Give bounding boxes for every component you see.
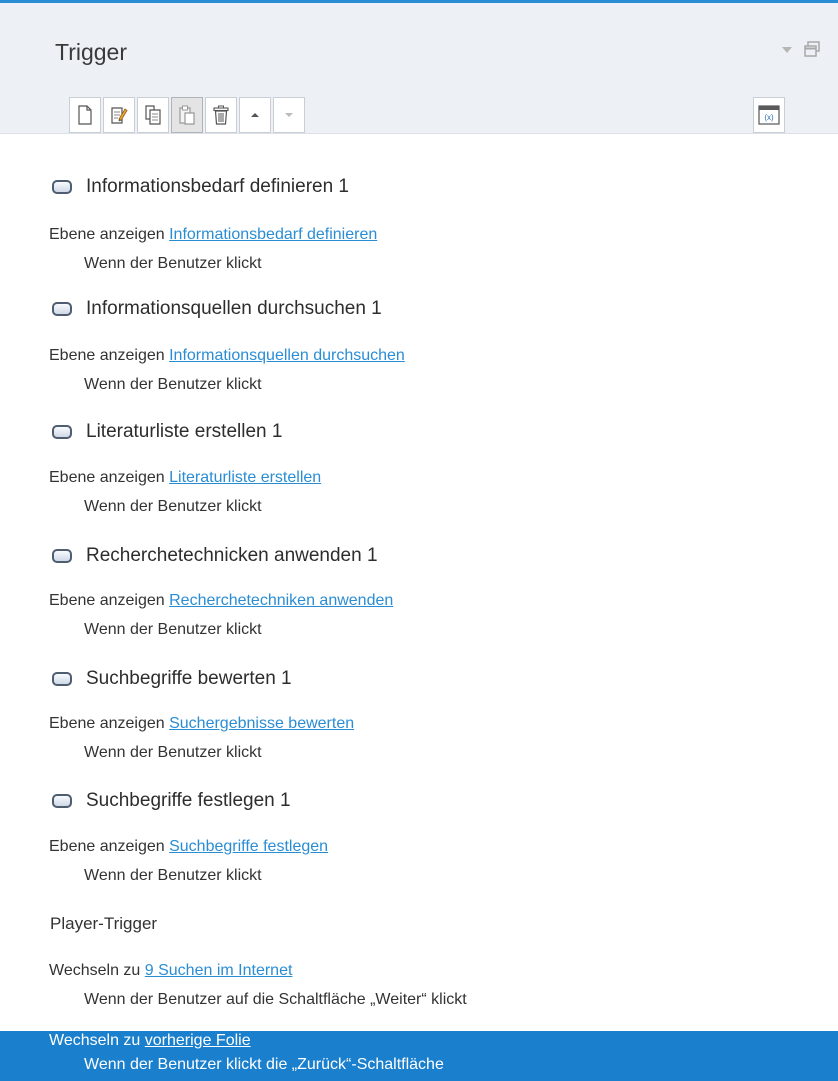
move-up-button[interactable]	[239, 97, 271, 133]
trigger-object-name: Informationsquellen durchsuchen 1	[86, 298, 382, 319]
trigger-action[interactable]: Ebene anzeigen Informationsquellen durch…	[49, 347, 405, 365]
trigger-condition[interactable]: Wenn der Benutzer klickt	[84, 744, 262, 762]
action-label: Ebene anzeigen	[49, 838, 165, 855]
trigger-header[interactable]: Suchbegriffe festlegen 1	[52, 790, 291, 812]
trigger-condition[interactable]: Wenn der Benutzer klickt	[84, 621, 262, 639]
paste-icon	[179, 105, 195, 125]
svg-text:(x): (x)	[764, 113, 774, 122]
edit-trigger-button[interactable]	[103, 97, 135, 133]
trigger-header[interactable]: Literaturliste erstellen 1	[52, 421, 282, 443]
paste-button[interactable]	[171, 97, 203, 133]
action-label: Ebene anzeigen	[49, 592, 165, 609]
selected-player-trigger[interactable]: Wechseln zu vorherige Folie Wenn der Ben…	[0, 1031, 838, 1081]
trigger-header[interactable]: Informationsbedarf definieren 1	[52, 176, 349, 198]
action-label: Ebene anzeigen	[49, 347, 165, 364]
action-target-link[interactable]: Informationsbedarf definieren	[169, 226, 377, 243]
action-label: Wechseln zu	[49, 1032, 141, 1049]
copy-button[interactable]	[137, 97, 169, 133]
button-object-icon	[52, 180, 72, 194]
panel-title: Trigger	[55, 39, 127, 65]
trigger-object-name: Suchbegriffe festlegen 1	[86, 790, 291, 811]
player-trigger-section-title: Player-Trigger	[50, 914, 158, 933]
player-trigger-action[interactable]: Wechseln zu 9 Suchen im Internet	[49, 962, 292, 980]
player-trigger-condition[interactable]: Wenn der Benutzer klickt die „Zurück“-Sc…	[84, 1056, 444, 1074]
trigger-action[interactable]: Ebene anzeigen Suchergebnisse bewerten	[49, 715, 354, 733]
player-trigger-action[interactable]: Wechseln zu vorherige Folie	[49, 1032, 251, 1050]
player-trigger-condition[interactable]: Wenn der Benutzer auf die Schaltfläche „…	[84, 991, 467, 1009]
action-label: Ebene anzeigen	[49, 469, 165, 486]
move-down-button[interactable]	[273, 97, 305, 133]
trigger-condition[interactable]: Wenn der Benutzer klickt	[84, 867, 262, 885]
edit-trigger-icon	[111, 107, 128, 124]
trigger-action[interactable]: Ebene anzeigen Literaturliste erstellen	[49, 469, 321, 487]
new-trigger-button[interactable]	[69, 97, 101, 133]
action-target-link[interactable]: Informationsquellen durchsuchen	[169, 347, 405, 364]
dropdown-arrow-icon[interactable]	[782, 47, 792, 53]
action-label: Ebene anzeigen	[49, 715, 165, 732]
trigger-header[interactable]: Informationsquellen durchsuchen 1	[52, 298, 382, 320]
button-object-icon	[52, 672, 72, 686]
trigger-action[interactable]: Ebene anzeigen Informationsbedarf defini…	[49, 226, 377, 244]
action-target-link[interactable]: 9 Suchen im Internet	[145, 962, 293, 979]
trigger-object-name: Literaturliste erstellen 1	[86, 421, 283, 442]
trigger-action[interactable]: Ebene anzeigen Suchbegriffe festlegen	[49, 838, 328, 856]
action-target-link[interactable]: Recherchetechniken anwenden	[169, 592, 393, 609]
action-target-link[interactable]: Literaturliste erstellen	[169, 469, 321, 486]
trigger-toolbar	[69, 97, 305, 133]
action-target-link[interactable]: vorherige Folie	[145, 1032, 251, 1049]
button-object-icon	[52, 549, 72, 563]
button-object-icon	[52, 794, 72, 808]
copy-icon	[145, 105, 161, 125]
move-up-icon	[251, 113, 259, 117]
button-object-icon	[52, 302, 72, 316]
action-target-link[interactable]: Suchbegriffe festlegen	[169, 838, 328, 855]
trigger-condition[interactable]: Wenn der Benutzer klickt	[84, 498, 262, 516]
trigger-action[interactable]: Ebene anzeigen Recherchetechniken anwend…	[49, 592, 393, 610]
trigger-object-name: Suchbegriffe bewerten 1	[86, 668, 292, 689]
trigger-condition[interactable]: Wenn der Benutzer klickt	[84, 376, 262, 394]
restore-window-icon[interactable]	[804, 41, 820, 57]
trigger-header[interactable]: Suchbegriffe bewerten 1	[52, 668, 292, 690]
trigger-object-name: Informationsbedarf definieren 1	[86, 176, 349, 197]
action-target-link[interactable]: Suchergebnisse bewerten	[169, 715, 354, 732]
delete-button[interactable]	[205, 97, 237, 133]
header-controls	[782, 41, 820, 57]
variables-button[interactable]: (x)	[753, 97, 785, 133]
move-down-icon	[285, 113, 293, 117]
action-label: Wechseln zu	[49, 962, 141, 979]
panel-header: Trigger (x)	[0, 3, 838, 134]
button-object-icon	[52, 425, 72, 439]
trigger-condition[interactable]: Wenn der Benutzer klickt	[84, 255, 262, 273]
delete-icon	[213, 105, 229, 125]
variables-icon: (x)	[758, 105, 780, 125]
action-label: Ebene anzeigen	[49, 226, 165, 243]
new-trigger-icon	[78, 105, 92, 125]
trigger-header[interactable]: Recherchetechnicken anwenden 1	[52, 545, 378, 567]
trigger-object-name: Recherchetechnicken anwenden 1	[86, 545, 378, 566]
